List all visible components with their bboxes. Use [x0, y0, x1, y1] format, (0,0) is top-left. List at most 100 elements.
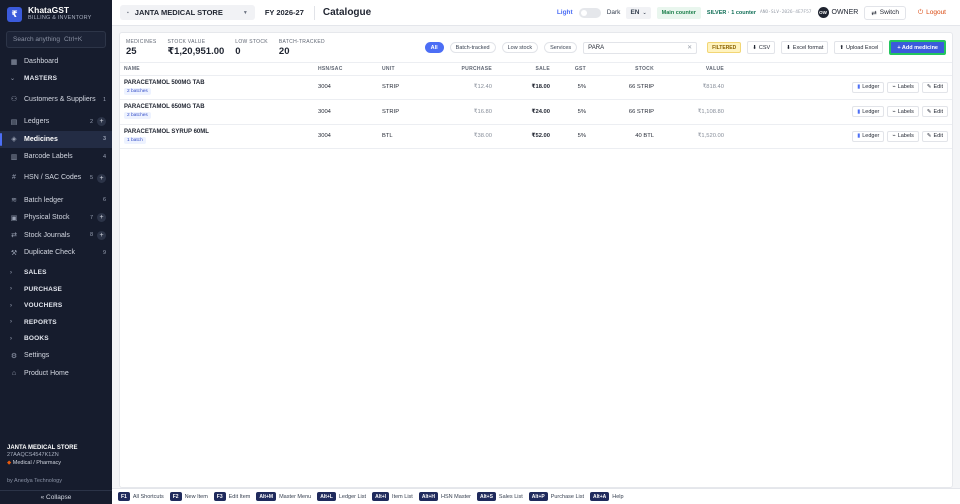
topbar-right: Light Dark EN ⌄ Main counter SILVER · 1 …: [557, 5, 952, 20]
col-unit[interactable]: UNIT: [378, 63, 438, 76]
edit-button[interactable]: ✎ Edit: [921, 81, 948, 93]
sidebar-item-ledgers[interactable]: ▤ Ledgers 2 +: [0, 113, 112, 131]
collapse-sidebar-button[interactable]: « Collapse: [0, 490, 112, 504]
sidebar-item-count: 2: [89, 118, 93, 125]
col-purchase[interactable]: PURCHASE: [438, 63, 496, 76]
sidebar-group-purchase[interactable]: › PURCHASE: [0, 281, 112, 298]
user-menu[interactable]: OW OWNER: [817, 7, 858, 18]
sidebar-item-physical-stock[interactable]: ▣ Physical Stock 7 +: [0, 209, 112, 227]
counter-badge[interactable]: Main counter: [656, 6, 701, 19]
sidebar-item-stock-journals[interactable]: ⇄ Stock Journals 8 +: [0, 227, 112, 245]
sidebar-group-masters[interactable]: ⌄ MASTERS: [0, 71, 112, 88]
ledger-button[interactable]: ▮ Ledger: [852, 130, 885, 142]
shortcut-item-list[interactable]: Alt+I Item List: [372, 492, 413, 501]
add-physical-stock-button[interactable]: +: [97, 213, 106, 223]
sidebar-group-sales[interactable]: › SALES: [0, 265, 112, 282]
catalogue-card: MEDICINES 25 STOCK VALUE ₹1,20,951.00 LO…: [119, 32, 953, 488]
chevron-right-icon: ›: [10, 269, 13, 276]
shortcut-master-menu[interactable]: Alt+M Master Menu: [256, 492, 311, 501]
theme-light-label[interactable]: Light: [557, 9, 573, 16]
logout-button[interactable]: ⏻ Logout: [911, 5, 952, 20]
col-hsn[interactable]: HSN/SAC: [314, 63, 378, 76]
batch-badge[interactable]: 2 batches: [124, 87, 151, 95]
catalogue-search-input[interactable]: PARA ✕: [583, 41, 698, 54]
language-selector[interactable]: EN ⌄: [626, 6, 651, 19]
edit-button[interactable]: ✎ Edit: [921, 106, 948, 118]
shortcut-new-item[interactable]: F2 New Item: [169, 492, 208, 501]
shortcut-key: Alt+P: [528, 492, 548, 501]
ledger-button[interactable]: ▮ Ledger: [852, 106, 885, 118]
shortcut-all[interactable]: F1 All Shortcuts: [118, 492, 164, 501]
sidebar-item-batch-ledger[interactable]: ≋ Batch ledger 6: [0, 192, 112, 210]
filter-chip-low-stock[interactable]: Low stock: [501, 42, 539, 53]
row-actions: ▮ Ledger ⌁ Labels ✎ Edit: [732, 130, 948, 142]
store-selector[interactable]: ▪ JANTA MEDICAL STORE ▼: [120, 5, 255, 20]
cell-stock: 66 STRIP: [590, 75, 658, 100]
add-ledger-button[interactable]: +: [97, 117, 106, 127]
filter-chip-all[interactable]: All: [424, 42, 444, 53]
theme-toggle[interactable]: [578, 7, 601, 18]
sidebar-item-barcode-labels[interactable]: ▥ Barcode Labels 4: [0, 148, 112, 166]
medicine-name[interactable]: PARACETAMOL SYRUP 60ML: [124, 129, 310, 135]
sidebar-item-hsn-sac-codes[interactable]: # HSN / SAC Codes 5 +: [0, 166, 112, 192]
stat-stock-value: STOCK VALUE ₹1,20,951.00: [167, 39, 224, 57]
sidebar-item-count: 9: [102, 249, 106, 256]
sidebar-item-customers-suppliers[interactable]: ⚇ Customers & Suppliers 1: [0, 87, 112, 113]
sidebar-item-product-home[interactable]: ⌂ Product Home: [0, 365, 112, 383]
shortcut-edit-item[interactable]: F3 Edit Item: [213, 492, 250, 501]
shortcut-label: Master Menu: [279, 493, 312, 500]
sidebar-item-duplicate-check[interactable]: ⚒ Duplicate Check 9: [0, 244, 112, 262]
shortcut-label: Sales List: [498, 493, 523, 500]
sidebar-group-reports[interactable]: › REPORTS: [0, 314, 112, 331]
cell-purchase: ₹16.80: [438, 99, 496, 125]
col-value[interactable]: VALUE: [658, 63, 728, 76]
table-row[interactable]: PARACETAMOL 500MG TAB 2 batches 3004 STR…: [120, 75, 952, 100]
edit-button[interactable]: ✎ Edit: [921, 130, 948, 142]
medicine-name[interactable]: PARACETAMOL 500MG TAB: [124, 80, 310, 86]
theme-dark-label[interactable]: Dark: [607, 9, 621, 16]
export-csv-button[interactable]: ⬇ CSV: [747, 41, 776, 54]
sidebar-group-books[interactable]: › BOOKS: [0, 331, 112, 348]
sidebar-item-settings[interactable]: ⚙ Settings: [0, 347, 112, 365]
batch-badge[interactable]: 1 batch: [124, 136, 146, 144]
col-sale[interactable]: SALE: [496, 63, 554, 76]
sidebar-group-vouchers[interactable]: › VOUCHERS: [0, 298, 112, 315]
col-name[interactable]: NAME: [120, 63, 314, 76]
upload-excel-button[interactable]: ⬆ Upload Excel: [834, 41, 884, 54]
shortcut-sales-list[interactable]: Alt+S Sales List: [477, 492, 523, 501]
sidebar-item-dashboard[interactable]: ▦ Dashboard: [0, 53, 112, 71]
table-row[interactable]: PARACETAMOL SYRUP 60ML 1 batch 3004 BTL …: [120, 124, 952, 149]
filter-chip-services[interactable]: Services: [544, 42, 578, 53]
switch-button[interactable]: ⇄ Switch: [864, 5, 906, 20]
shortcut-hsn-master[interactable]: Alt+H HSN Master: [418, 492, 471, 501]
table-row[interactable]: PARACETAMOL 650MG TAB 2 batches 3004 STR…: [120, 99, 952, 125]
filter-chip-batch-tracked[interactable]: Batch-tracked: [449, 42, 496, 53]
cell-unit: STRIP: [378, 99, 438, 125]
shortcut-help[interactable]: Alt+A Help: [590, 492, 624, 501]
col-stock[interactable]: STOCK: [590, 63, 658, 76]
labels-button[interactable]: ⌁ Labels: [887, 106, 919, 118]
chevron-right-icon: ›: [10, 286, 13, 293]
clear-search-icon[interactable]: ✕: [687, 44, 692, 51]
excel-format-button[interactable]: ⬇ Excel format: [781, 41, 829, 54]
add-hsn-button[interactable]: +: [97, 174, 106, 183]
shortcut-purchase-list[interactable]: Alt+P Purchase List: [528, 492, 584, 501]
brand[interactable]: ₹ KhataGST BILLING & INVENTORY: [0, 0, 112, 28]
labels-button[interactable]: ⌁ Labels: [887, 81, 919, 93]
stat-label: BATCH-TRACKED: [278, 38, 325, 45]
sidebar-search-input[interactable]: Search anything Ctrl+K: [6, 31, 106, 48]
medicine-name[interactable]: PARACETAMOL 650MG TAB: [124, 104, 310, 110]
shortcut-ledger-list[interactable]: Alt+L Ledger List: [317, 492, 366, 501]
ledger-button[interactable]: ▮ Ledger: [852, 81, 885, 93]
tag-icon: ◈: [11, 136, 17, 144]
sidebar-item-medicines[interactable]: ◈ Medicines 3: [0, 130, 112, 148]
fiscal-year-selector[interactable]: FY 2026-27: [265, 8, 304, 17]
cell-hsn: 3004: [314, 99, 378, 125]
add-stock-journal-button[interactable]: +: [97, 230, 106, 240]
stat-value: 25: [126, 45, 137, 57]
batch-badge[interactable]: 2 batches: [124, 112, 151, 120]
col-gst[interactable]: GST: [554, 63, 590, 76]
add-medicine-button[interactable]: + Add medicine: [889, 40, 946, 55]
labels-button[interactable]: ⌁ Labels: [887, 130, 919, 142]
cell-value: ₹1,520.00: [658, 124, 728, 149]
